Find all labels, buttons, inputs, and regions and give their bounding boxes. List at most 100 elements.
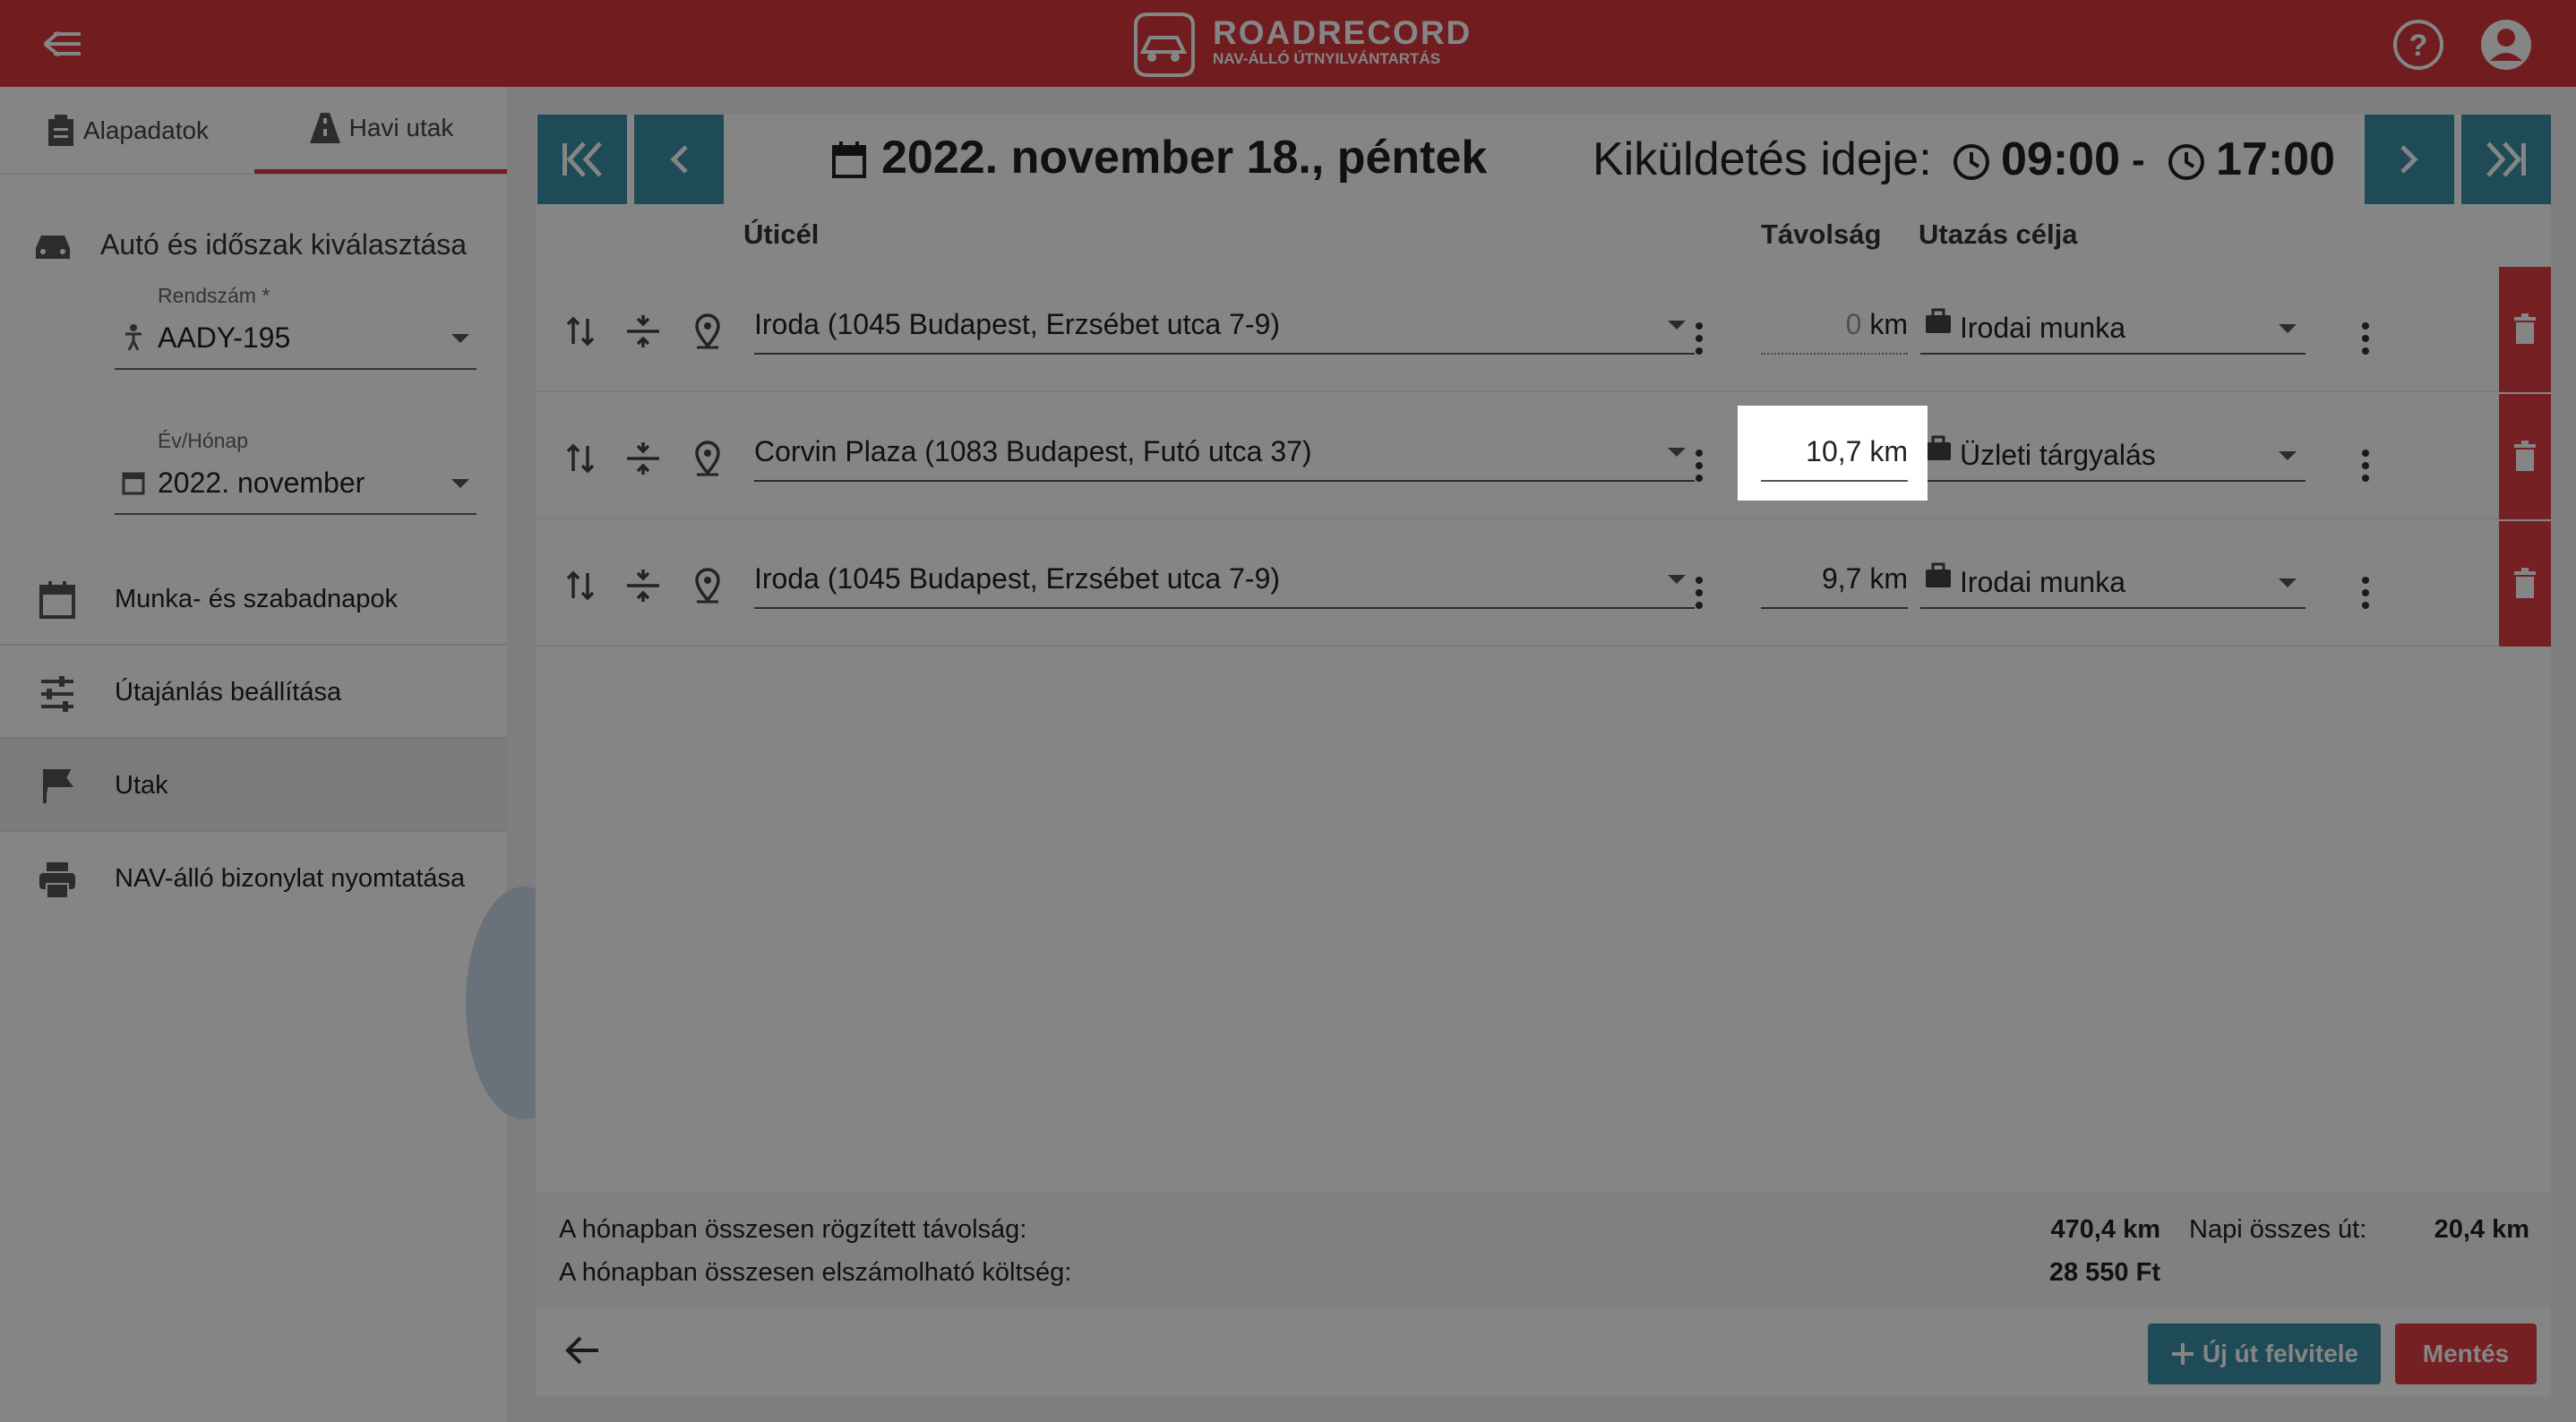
column-distance: Távolság xyxy=(1761,218,1882,250)
chevron-down-icon xyxy=(1668,448,1686,457)
next-day-button[interactable] xyxy=(2365,115,2454,204)
help-icon[interactable]: ? xyxy=(2391,18,2445,72)
split-icon[interactable] xyxy=(625,441,661,476)
total-distance-value: 470,4 km xyxy=(2050,1215,2160,1244)
more-vertical-icon[interactable] xyxy=(2361,575,2370,611)
delete-row-button[interactable] xyxy=(2499,267,2551,392)
delete-row-button[interactable] xyxy=(2499,521,2551,647)
destination-select[interactable]: Iroda (1045 Budapest, Erzsébet utca 7-9) xyxy=(754,308,1695,355)
back-arrow-icon[interactable] xyxy=(41,25,84,63)
total-cost-value: 28 550 Ft xyxy=(2048,1258,2160,1287)
chevron-down-icon xyxy=(2279,451,2297,460)
destination-select[interactable]: Iroda (1045 Budapest, Erzsébet utca 7-9) xyxy=(754,562,1695,609)
logo-subtitle: NAV-ÁLLÓ ÚTNYILVÁNTARTÁS xyxy=(1213,50,1441,67)
briefcase-icon xyxy=(1926,435,1951,460)
map-pin-icon[interactable] xyxy=(690,568,726,604)
kikuldetes-label: Kiküldetés ideje: xyxy=(1593,133,1932,185)
trash-icon xyxy=(2514,441,2536,471)
tab-alapadatok[interactable]: Alapadatok xyxy=(0,87,254,174)
tab-label: Alapadatok xyxy=(82,116,210,144)
map-pin-icon[interactable] xyxy=(690,313,726,349)
first-day-button[interactable] xyxy=(537,115,627,204)
skip-last-icon xyxy=(2486,141,2526,177)
chevron-left-icon xyxy=(670,145,688,174)
delete-row-button[interactable] xyxy=(2499,394,2551,519)
menu-work-days[interactable]: Munka- és szabadnapok xyxy=(0,553,507,646)
tab-havi-utak[interactable]: Havi utak xyxy=(254,87,507,174)
calendar-icon xyxy=(832,141,866,179)
distance-field[interactable]: 10,7 km xyxy=(1761,435,1908,482)
trips-card: 2022. november 18., péntek Kiküldetés id… xyxy=(536,115,2551,1397)
menu-print[interactable]: NAV-álló bizonylat nyomtatása xyxy=(0,832,507,925)
trip-row: Corvin Plaza (1083 Budapest, Futó utca 3… xyxy=(536,394,2551,519)
swap-vertical-icon[interactable] xyxy=(562,568,598,604)
month-label: Év/Hónap xyxy=(158,429,249,452)
logo-title: ROADRECORD xyxy=(1213,14,1473,51)
trash-icon xyxy=(2514,313,2536,344)
purpose-select[interactable]: Irodai munka xyxy=(1920,308,2306,355)
top-bar: ROADRECORD NAV-ÁLLÓ ÚTNYILVÁNTARTÁS ? xyxy=(0,0,2576,87)
split-icon[interactable] xyxy=(625,313,661,349)
briefcase-icon xyxy=(1926,308,1951,333)
purpose-select[interactable]: Üzleti tárgyalás xyxy=(1920,435,2306,482)
previous-day-button[interactable] xyxy=(634,115,724,204)
menu-trips[interactable]: Utak xyxy=(0,739,507,832)
clipboard-icon xyxy=(47,114,73,146)
plus-icon xyxy=(2171,1343,2194,1365)
skip-first-icon xyxy=(562,141,602,177)
end-time[interactable]: 17:00 xyxy=(2168,133,2335,186)
swap-vertical-icon[interactable] xyxy=(562,441,598,476)
arrow-left-icon[interactable] xyxy=(562,1332,602,1368)
chevron-down-icon xyxy=(451,334,469,343)
chevron-down-icon xyxy=(1668,321,1686,330)
car-period-section-title: Autó és időszak kiválasztása xyxy=(0,212,507,280)
flag-icon xyxy=(43,769,73,803)
last-day-button[interactable] xyxy=(2461,115,2551,204)
plate-label: Rendszám * xyxy=(158,284,270,307)
more-vertical-icon[interactable] xyxy=(2361,321,2370,356)
briefcase-icon xyxy=(1926,562,1951,587)
menu-route-settings[interactable]: Útajánlás beállítása xyxy=(0,646,507,739)
month-summary: A hónapban összesen rögzített távolság: … xyxy=(536,1192,2551,1306)
more-vertical-icon[interactable] xyxy=(1695,448,1704,484)
more-vertical-icon[interactable] xyxy=(2361,448,2370,484)
trash-icon xyxy=(2514,568,2536,598)
chevron-right-icon xyxy=(2400,145,2418,174)
daily-total-value: 20,4 km xyxy=(2434,1215,2529,1244)
chevron-down-icon xyxy=(451,479,469,488)
save-button[interactable]: Mentés xyxy=(2395,1323,2537,1384)
clock-icon xyxy=(2168,144,2204,181)
sliders-icon xyxy=(41,676,73,712)
car-logo-icon xyxy=(1134,13,1195,77)
time-separator: - xyxy=(2132,138,2145,182)
purpose-select[interactable]: Irodai munka xyxy=(1920,562,2306,609)
car-icon xyxy=(36,236,70,259)
account-icon[interactable] xyxy=(2479,18,2533,72)
svg-text:?: ? xyxy=(2409,29,2428,63)
chevron-down-icon xyxy=(2279,578,2297,587)
clock-icon xyxy=(1953,144,1989,181)
more-vertical-icon[interactable] xyxy=(1695,575,1704,611)
more-vertical-icon[interactable] xyxy=(1695,321,1704,356)
chevron-down-icon xyxy=(1668,575,1686,584)
month-value: 2022. november xyxy=(158,467,365,499)
month-select[interactable]: Év/Hónap 2022. november xyxy=(115,429,477,515)
map-pin-icon[interactable] xyxy=(690,441,726,476)
split-icon[interactable] xyxy=(625,568,661,604)
left-tabs: Alapadatok Havi utak xyxy=(0,87,507,175)
column-destination: Úticél xyxy=(743,218,820,250)
calendar-icon xyxy=(39,581,75,619)
distance-field[interactable]: 9,7 km xyxy=(1761,562,1908,609)
total-distance-label: A hónapban összesen rögzített távolság: xyxy=(559,1215,1027,1244)
destination-select[interactable]: Corvin Plaza (1083 Budapest, Futó utca 3… xyxy=(754,435,1695,482)
current-date: 2022. november 18., péntek xyxy=(831,131,1487,184)
plate-select[interactable]: Rendszám * AADY-195 xyxy=(115,284,477,370)
swap-vertical-icon[interactable] xyxy=(562,313,598,349)
app-logo[interactable]: ROADRECORD NAV-ÁLLÓ ÚTNYILVÁNTARTÁS xyxy=(1127,7,1470,81)
distance-field[interactable]: 0 km xyxy=(1761,308,1908,355)
plate-value: AADY-195 xyxy=(158,321,291,354)
trip-row: Iroda (1045 Budapest, Erzsébet utca 7-9)… xyxy=(536,267,2551,392)
left-panel: Alapadatok Havi utak Autó és időszak kiv… xyxy=(0,87,507,1422)
add-trip-button[interactable]: Új út felvitele xyxy=(2148,1323,2381,1384)
start-time[interactable]: 09:00 xyxy=(1953,133,2120,186)
